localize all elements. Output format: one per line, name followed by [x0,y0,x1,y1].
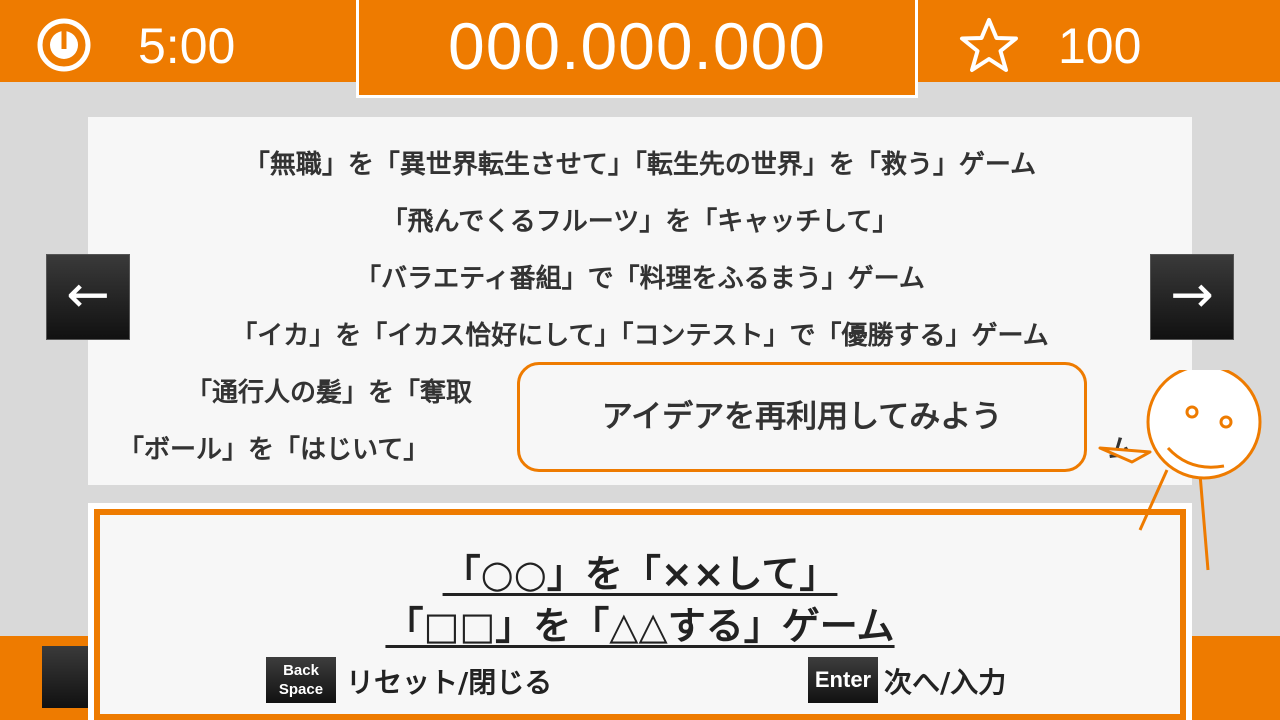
template-dialog-frame: 「○○」を「××して」 「□□」を「△△する」ゲーム Back Space リセ… [94,509,1186,720]
backspace-key-label: Space [278,681,324,698]
template-dialog: 「○○」を「××して」 「□□」を「△△する」ゲーム Back Space リセ… [88,503,1192,720]
backspace-key[interactable]: Back Space [266,657,336,703]
idea-line: 「飛んでくるフルーツ」を「キャッチして」 [381,207,899,237]
next-page-button[interactable]: → [1150,254,1234,340]
timer-value: 5:00 [138,18,236,74]
score-value: 000.000.000 [447,9,827,83]
prev-page-button[interactable]: ← [46,254,130,340]
template-line: 「○○」を「××して」 [100,543,1180,598]
idea-line: 「無職」を「異世界転生させて」「転生先の世界」を「救う」ゲーム [243,150,1037,180]
next-input-label: 次へ/入力 [884,666,1007,699]
backspace-key-label: Back [283,662,319,679]
top-hud-bar: 5:00 000.000.000 100 [0,0,1280,98]
score-display: 000.000.000 [356,0,918,98]
reset-close-label: リセット/閉じる [346,666,553,699]
idea-line: 「バラエティ番組」で「料理をふるまう」ゲーム [355,264,925,294]
star-outline-icon [960,18,1018,72]
hint-speech-bubble: アイデアを再利用してみよう [517,362,1087,472]
star-count: 100 [1058,18,1142,74]
template-line: 「□□」を「△△する」ゲーム [100,595,1180,650]
template-line-text: 「□□」を「△△する」ゲーム [385,604,895,648]
idea-line: 「通行人の髪」を「奪取 [186,378,473,408]
mascot-character [1098,370,1262,571]
clock-icon [37,18,91,72]
idea-line: 「イカ」を「イカス恰好にして」「コンテスト」で「優勝する」ゲーム [231,321,1049,351]
idea-line: 「ボール」を「はじいて」 [118,435,430,465]
enter-key[interactable]: Enter [808,657,878,703]
template-line-text: 「○○」を「××して」 [442,552,838,596]
